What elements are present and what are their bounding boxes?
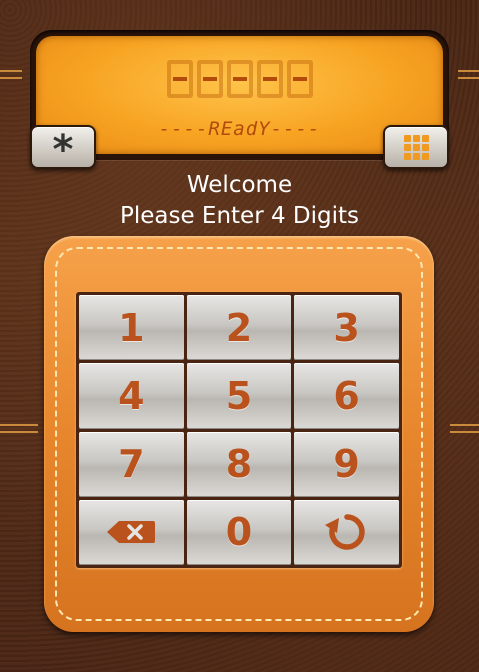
backspace-button[interactable]: [79, 499, 184, 565]
keypad-grid-icon: [403, 134, 429, 160]
lcd-screen: ----REadY----: [36, 36, 443, 154]
keypad: 1 2 3 4 5 6 7 8 9 0: [76, 292, 402, 568]
digit-segment: [286, 60, 313, 98]
key-2[interactable]: 2: [186, 295, 292, 361]
star-icon: *: [52, 127, 74, 173]
key-8[interactable]: 8: [186, 431, 292, 497]
backspace-icon: [107, 521, 156, 544]
rail-left-mid: [0, 424, 38, 433]
key-3[interactable]: 3: [294, 295, 399, 361]
key-5[interactable]: 5: [186, 363, 292, 429]
status-text: ----REadY----: [158, 118, 321, 140]
key-4[interactable]: 4: [79, 363, 184, 429]
key-1[interactable]: 1: [79, 295, 184, 361]
welcome-text: Welcome: [186, 172, 293, 198]
key-0[interactable]: 0: [186, 499, 292, 565]
digit-segment: [256, 60, 283, 98]
key-9[interactable]: 9: [294, 431, 399, 497]
digit-segment: [226, 60, 253, 98]
rail-left-top: [0, 70, 22, 79]
reset-button[interactable]: [294, 499, 399, 565]
reset-icon: [324, 514, 365, 551]
key-6[interactable]: 6: [294, 363, 399, 429]
rail-right-mid: [450, 424, 479, 433]
star-button[interactable]: *: [30, 125, 96, 173]
digit-segment: [196, 60, 223, 98]
digit-segment: [166, 60, 193, 98]
rail-right-top: [458, 70, 479, 79]
instruction-text: Please Enter 4 Digits: [119, 203, 360, 229]
digit-segments: [36, 60, 443, 102]
key-7[interactable]: 7: [79, 431, 184, 497]
keypad-toggle-button[interactable]: [383, 125, 449, 169]
